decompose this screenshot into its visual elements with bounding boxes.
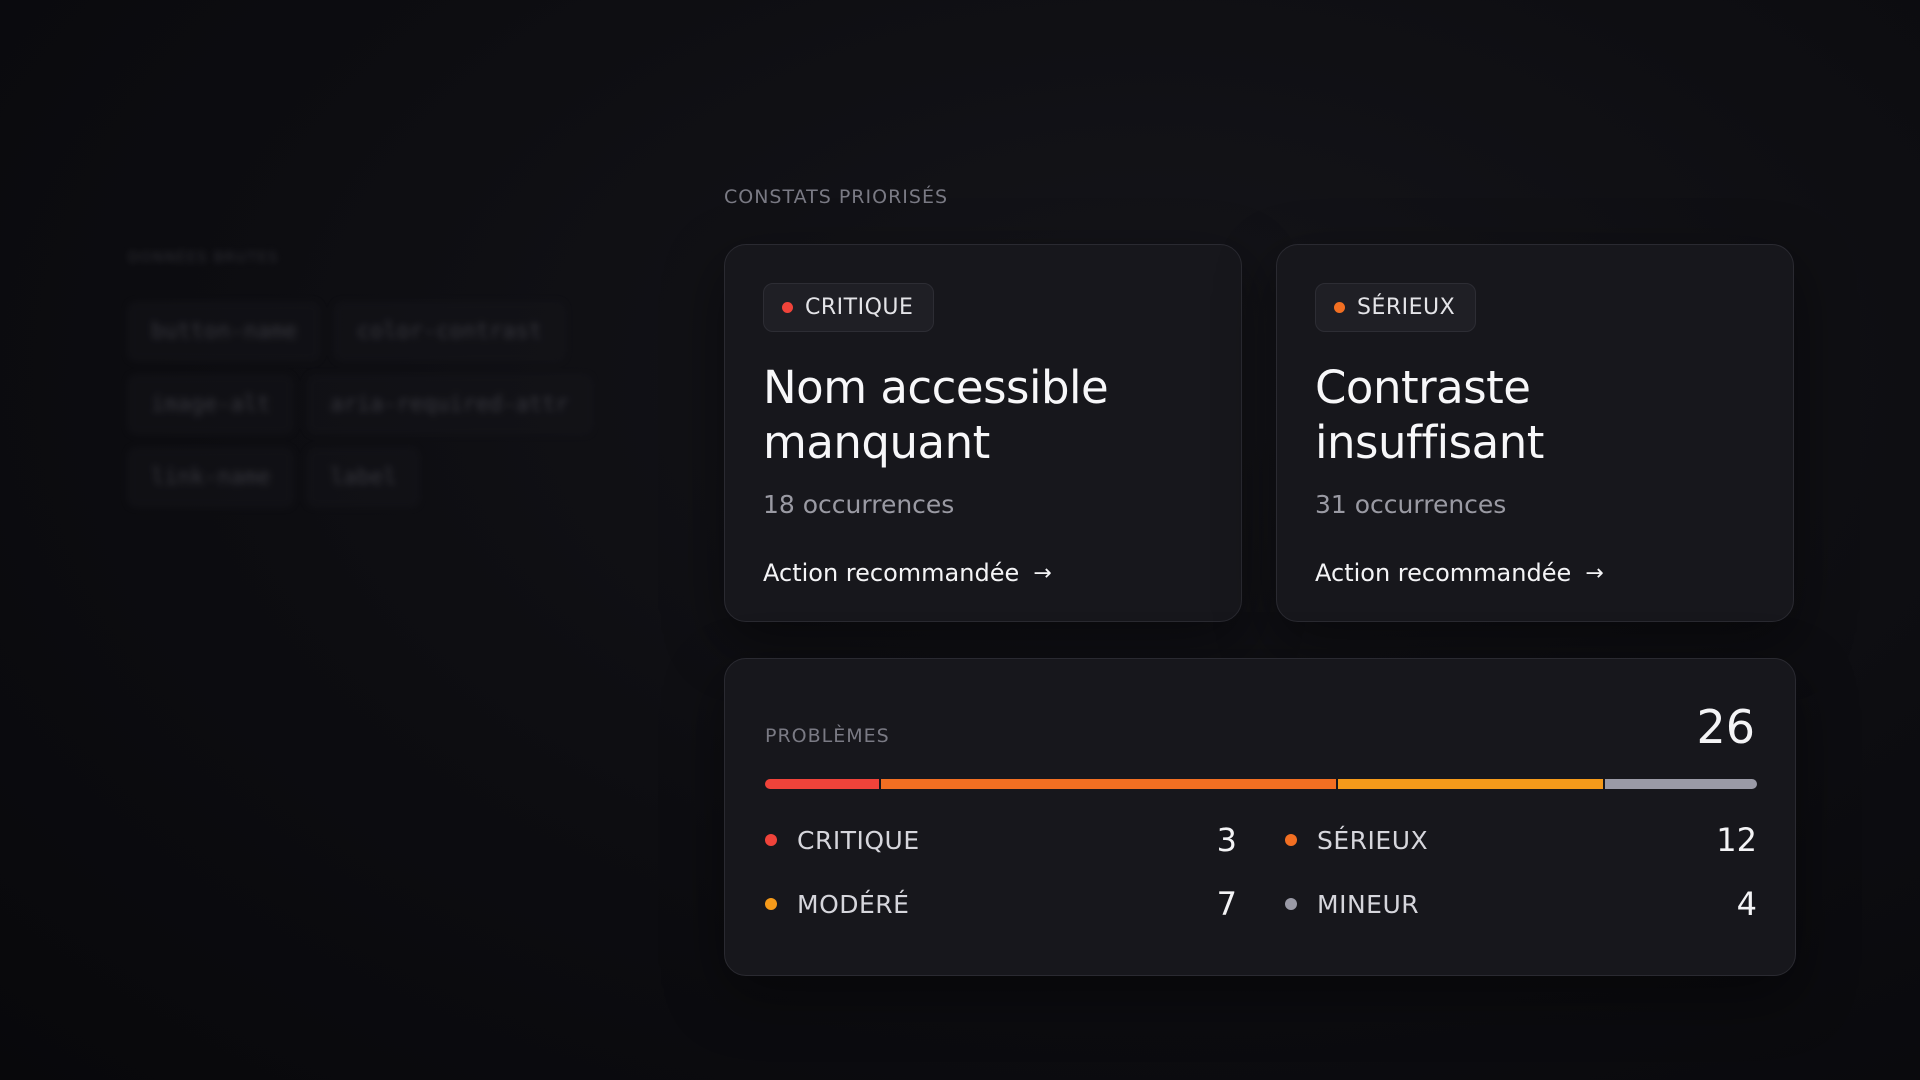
- legend-item-moderate: MODÉRÉ 7: [765, 885, 1237, 923]
- rule-chip[interactable]: button-name: [128, 302, 320, 361]
- occurrence-count: 31 occurrences: [1315, 490, 1507, 519]
- finding-title: Nom accessible manquant: [763, 361, 1109, 469]
- bar-segment-critical: [765, 779, 879, 789]
- legend-value: 7: [1216, 885, 1237, 923]
- severity-dot-icon: [1334, 302, 1345, 313]
- bar-segment-minor: [1605, 779, 1757, 789]
- legend-label: SÉRIEUX: [1317, 825, 1429, 855]
- legend-label: MODÉRÉ: [797, 889, 910, 919]
- rule-chip[interactable]: color-contrast: [333, 302, 566, 361]
- recommended-action-link[interactable]: Action recommandée →: [1315, 559, 1604, 587]
- finding-card-critical[interactable]: CRITIQUE Nom accessible manquant 18 occu…: [724, 244, 1242, 622]
- legend-item-serious: SÉRIEUX 12: [1285, 821, 1757, 859]
- severity-legend: CRITIQUE 3 SÉRIEUX 12 MODÉRÉ 7 MINEUR 4: [765, 821, 1757, 923]
- severity-label: CRITIQUE: [805, 295, 914, 320]
- arrow-right-icon: →: [1585, 560, 1604, 586]
- rule-chip[interactable]: image-alt: [128, 375, 294, 434]
- action-label: Action recommandée: [1315, 559, 1572, 587]
- minor-dot-icon: [1285, 898, 1297, 910]
- rule-chip-list: button-name color-contrast image-alt ari…: [128, 302, 648, 507]
- problems-total: 26: [1696, 700, 1755, 754]
- rule-chip[interactable]: aria-required-attr: [307, 375, 592, 434]
- serious-dot-icon: [1285, 834, 1297, 846]
- rule-chip[interactable]: link-name: [128, 448, 294, 507]
- raw-data-title: DONNÉES BRUTES: [128, 250, 279, 266]
- severity-badge: SÉRIEUX: [1315, 283, 1477, 332]
- legend-value: 3: [1216, 821, 1237, 859]
- problems-summary-card: PROBLÈMES 26 CRITIQUE 3 SÉRIEUX 12 MODÉR…: [724, 658, 1796, 976]
- moderate-dot-icon: [765, 898, 777, 910]
- occurrence-count: 18 occurrences: [763, 490, 955, 519]
- bar-segment-serious: [880, 779, 1336, 789]
- critical-dot-icon: [765, 834, 777, 846]
- legend-value: 12: [1716, 821, 1757, 859]
- bar-segment-moderate: [1337, 779, 1604, 789]
- problems-label: PROBLÈMES: [765, 725, 890, 747]
- severity-dot-icon: [782, 302, 793, 313]
- action-label: Action recommandée: [763, 559, 1020, 587]
- recommended-action-link[interactable]: Action recommandée →: [763, 559, 1052, 587]
- rule-chip[interactable]: label: [307, 448, 420, 507]
- severity-label: SÉRIEUX: [1357, 295, 1456, 320]
- legend-label: MINEUR: [1317, 889, 1420, 919]
- severity-distribution-bar: [765, 779, 1757, 789]
- legend-item-critical: CRITIQUE 3: [765, 821, 1237, 859]
- problems-header: PROBLÈMES 26: [765, 699, 1755, 755]
- finding-card-serious[interactable]: SÉRIEUX Contraste insuffisant 31 occurre…: [1276, 244, 1794, 622]
- legend-label: CRITIQUE: [797, 825, 920, 855]
- finding-title: Contraste insuffisant: [1315, 361, 1544, 469]
- severity-badge: CRITIQUE: [763, 283, 935, 332]
- section-label: CONSTATS PRIORISÉS: [724, 186, 949, 208]
- legend-value: 4: [1736, 885, 1757, 923]
- raw-data-panel: DONNÉES BRUTES button-name color-contras…: [128, 250, 648, 507]
- stage: DONNÉES BRUTES button-name color-contras…: [0, 0, 1920, 1080]
- legend-item-minor: MINEUR 4: [1285, 885, 1757, 923]
- arrow-right-icon: →: [1033, 560, 1052, 586]
